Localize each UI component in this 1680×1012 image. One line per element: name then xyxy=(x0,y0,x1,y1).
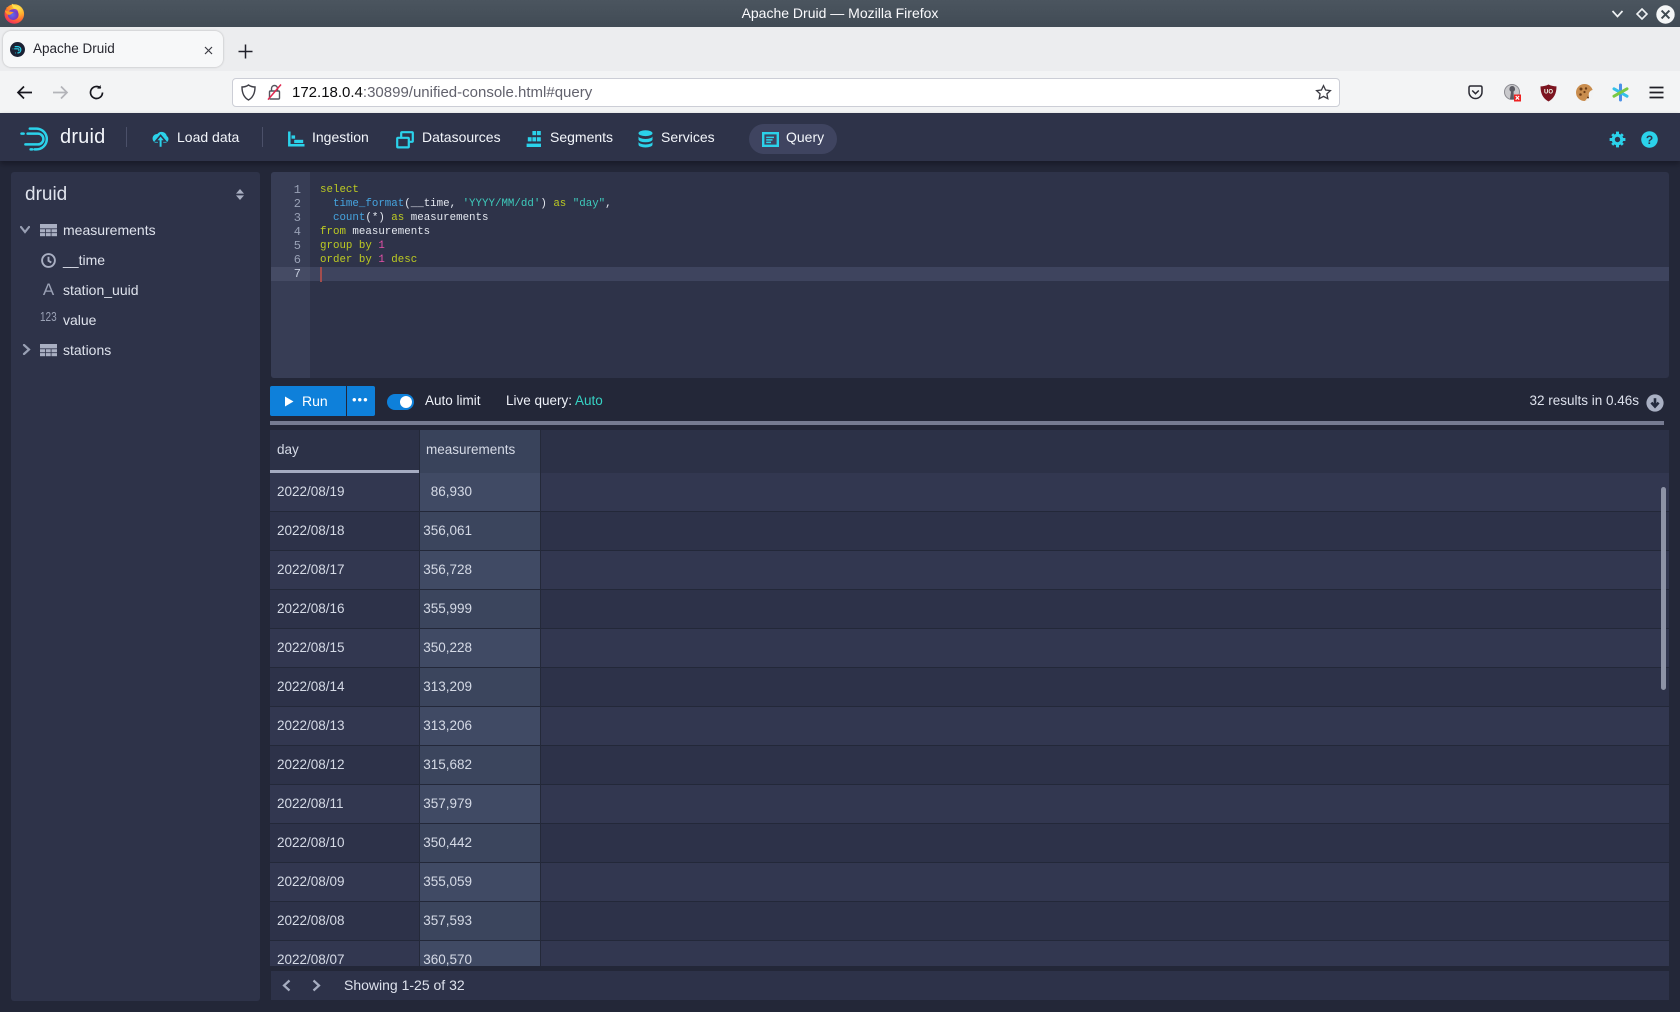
svg-text:UO: UO xyxy=(1544,90,1553,96)
svg-text:?: ? xyxy=(1646,132,1653,146)
